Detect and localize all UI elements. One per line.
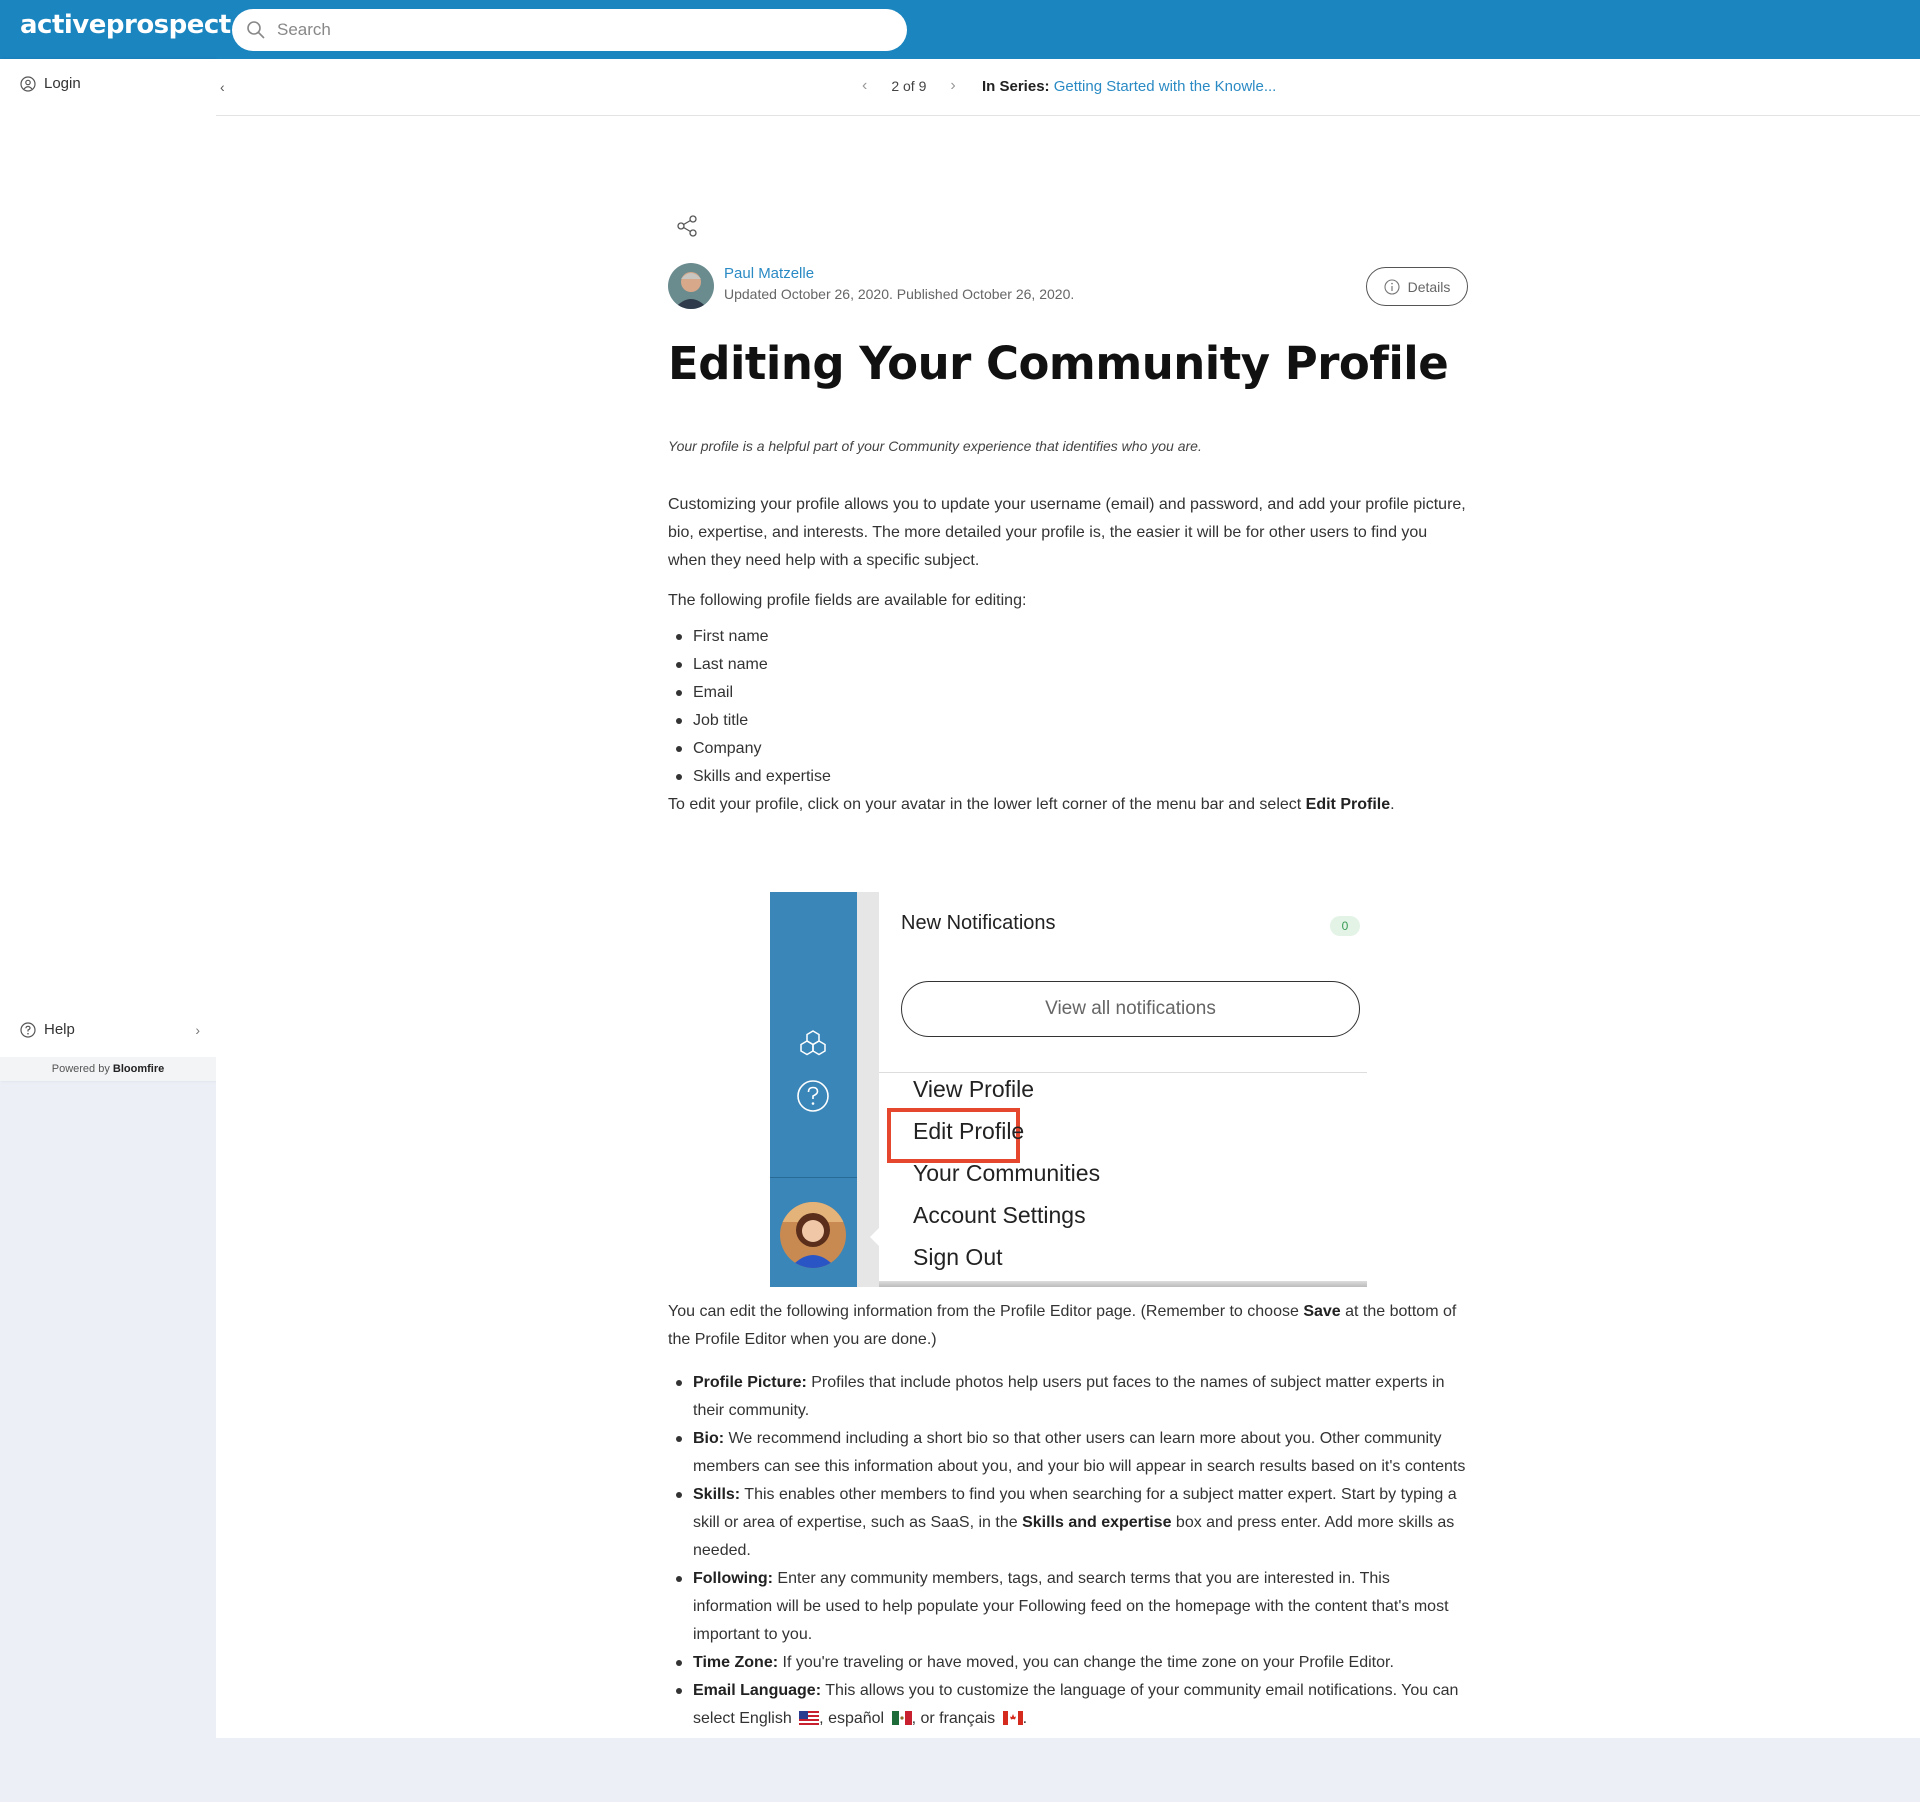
- item-bold: Skills and expertise: [1022, 1514, 1172, 1531]
- login-label: Login: [44, 75, 81, 92]
- divider: [879, 1072, 1367, 1073]
- sidebar: Login Help › Powered by Bloomfire: [0, 59, 216, 1081]
- author-avatar[interactable]: [668, 263, 714, 309]
- share-icon[interactable]: [676, 214, 700, 238]
- help-icon: [20, 1021, 36, 1038]
- help-link[interactable]: Help ›: [20, 1021, 200, 1038]
- panel-shadow: [879, 1281, 1367, 1287]
- series-label: In Series:: [982, 78, 1050, 95]
- item-text: Enter any community members, tags, and s…: [693, 1570, 1449, 1643]
- author-block: Paul Matzelle Updated October 26, 2020. …: [668, 263, 1468, 313]
- user-avatar: [780, 1202, 846, 1268]
- instruction-end: .: [1390, 796, 1395, 813]
- question-circle-icon: [797, 1080, 829, 1112]
- powered-prefix: Powered by: [51, 1063, 110, 1075]
- powered-brand: Bloomfire: [112, 1063, 165, 1075]
- details-label: Details: [1407, 278, 1451, 295]
- item-text: .: [1022, 1710, 1028, 1727]
- search-input[interactable]: [277, 20, 877, 40]
- list-item: Job title: [668, 707, 831, 735]
- us-flag-icon: [799, 1711, 820, 1725]
- edit-instruction: To edit your profile, click on your avat…: [668, 791, 1468, 819]
- screenshot-menu-panel: New Notifications 0 View all notificatio…: [879, 892, 1367, 1285]
- author-name[interactable]: Paul Matzelle: [724, 265, 814, 282]
- list-item: Time Zone: If you're traveling or have m…: [668, 1649, 1468, 1677]
- menu-pointer: [870, 1228, 879, 1246]
- item-term: Email Language:: [693, 1682, 822, 1699]
- instruction-bold: Edit Profile: [1305, 796, 1391, 813]
- series-info: In Series: Getting Started with the Know…: [982, 78, 1276, 95]
- item-term: Following:: [693, 1570, 773, 1587]
- series-link[interactable]: Getting Started with the Knowle...: [1054, 78, 1277, 95]
- page-title: Editing Your Community Profile: [668, 337, 1449, 390]
- item-term: Profile Picture:: [693, 1374, 807, 1391]
- list-item: Profile Picture: Profiles that include p…: [668, 1369, 1468, 1425]
- menu-item-your-communities: Your Communities: [913, 1160, 1101, 1186]
- list-item: Email: [668, 679, 831, 707]
- editable-fields-list: Profile Picture: Profiles that include p…: [668, 1369, 1468, 1733]
- item-term: Skills:: [693, 1486, 741, 1503]
- list-item: Company: [668, 735, 831, 763]
- canada-flag-icon: [1002, 1711, 1023, 1725]
- info-icon: [1384, 278, 1400, 295]
- details-button[interactable]: Details: [1366, 267, 1468, 306]
- notifications-title: New Notifications: [901, 912, 1056, 934]
- list-item: Following: Enter any community members, …: [668, 1565, 1468, 1649]
- fields-intro: The following profile fields are availab…: [668, 592, 1027, 609]
- menu-item-account-settings: Account Settings: [913, 1202, 1086, 1228]
- list-item: Last name: [668, 651, 831, 679]
- view-all-notifications-button: View all notifications: [901, 981, 1360, 1037]
- cubes-icon: [800, 1030, 826, 1056]
- item-text: We recommend including a short bio so th…: [693, 1430, 1466, 1475]
- search-icon: [247, 21, 265, 39]
- list-item: Email Language: This allows you to custo…: [668, 1677, 1468, 1733]
- rail-divider: [770, 1177, 857, 1178]
- mexico-flag-icon: [891, 1711, 912, 1725]
- item-text: If you're traveling or have moved, you c…: [778, 1654, 1394, 1671]
- chevron-right-icon: ›: [195, 1021, 200, 1038]
- notifications-count-badge: 0: [1330, 916, 1360, 936]
- series-bar: ‹ ‹ 2 of 9 › In Series: Getting Started …: [216, 59, 1920, 116]
- series-position: 2 of 9: [891, 78, 927, 94]
- previous-arrow-icon[interactable]: ‹: [852, 77, 877, 95]
- login-link[interactable]: Login: [20, 75, 81, 92]
- menu-screenshot-image: New Notifications 0 View all notificatio…: [770, 892, 1367, 1287]
- intro-paragraph: Customizing your profile allows you to u…: [668, 496, 1466, 569]
- search-box[interactable]: [232, 9, 907, 51]
- item-term: Time Zone:: [693, 1654, 779, 1671]
- editor-text: You can edit the following information f…: [668, 1303, 1304, 1320]
- help-label: Help: [44, 1021, 75, 1038]
- instruction-text: To edit your profile, click on your avat…: [668, 796, 1306, 813]
- powered-by[interactable]: Powered by Bloomfire: [0, 1057, 216, 1081]
- list-item: Skills and expertise: [668, 763, 831, 791]
- profile-editor-paragraph: You can edit the following information f…: [668, 1298, 1468, 1354]
- list-item: First name: [668, 623, 831, 651]
- menu-item-edit-profile: Edit Profile: [913, 1118, 1025, 1144]
- menu-item-sign-out: Sign Out: [913, 1244, 1003, 1270]
- item-text: , español: [819, 1710, 885, 1727]
- list-item: Bio: We recommend including a short bio …: [668, 1425, 1468, 1481]
- item-term: Bio:: [693, 1430, 725, 1447]
- menu-item-view-profile: View Profile: [913, 1076, 1035, 1102]
- collapse-sidebar-icon[interactable]: ‹: [220, 79, 225, 95]
- item-text: , or français: [911, 1710, 996, 1727]
- top-bar: activeprospect: [0, 0, 1920, 59]
- main-content: ‹ ‹ 2 of 9 › In Series: Getting Started …: [216, 59, 1920, 1738]
- user-icon: [20, 75, 36, 92]
- publish-meta: Updated October 26, 2020. Published Octo…: [724, 286, 1075, 302]
- series-pager: ‹ 2 of 9 ›: [852, 77, 966, 95]
- screenshot-rail: [770, 892, 857, 1287]
- list-item: Skills: This enables other members to fi…: [668, 1481, 1468, 1565]
- fields-list: First name Last name Email Job title Com…: [668, 623, 831, 791]
- next-arrow-icon[interactable]: ›: [940, 77, 965, 95]
- editor-bold: Save: [1303, 1303, 1341, 1320]
- lead-text: Your profile is a helpful part of your C…: [668, 438, 1202, 454]
- brand-logo[interactable]: activeprospect: [20, 10, 231, 40]
